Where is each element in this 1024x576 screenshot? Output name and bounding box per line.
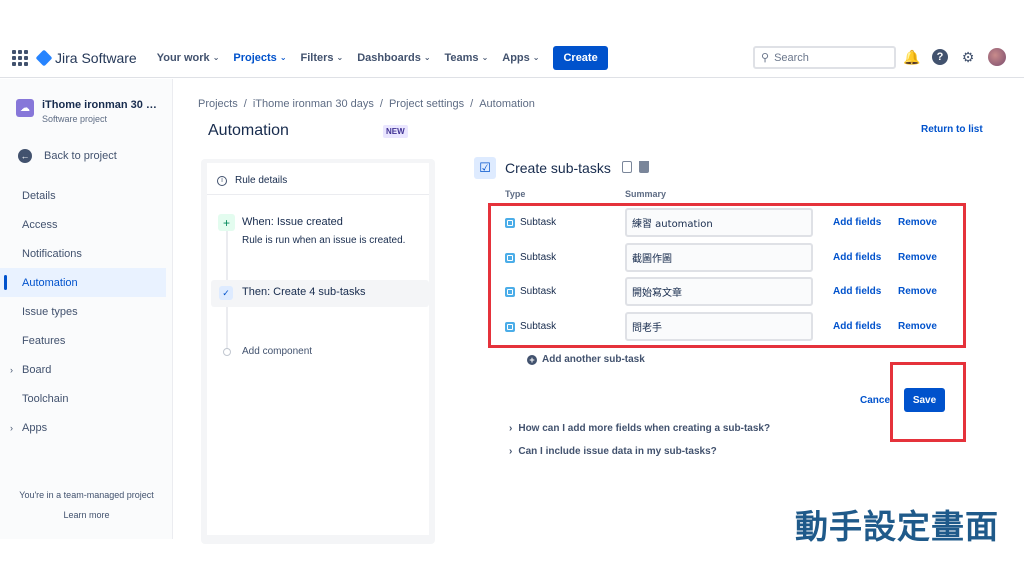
gear-icon[interactable]: ⚙ bbox=[960, 49, 976, 65]
back-to-project-link[interactable]: ← Back to project bbox=[18, 149, 117, 163]
sidebar-item-details[interactable]: Details bbox=[0, 181, 173, 210]
highlight-box-save bbox=[890, 362, 966, 442]
sidebar-item-issue-types[interactable]: Issue types bbox=[0, 297, 173, 326]
chevron-down-icon: ⌄ bbox=[212, 53, 220, 62]
faq-item[interactable]: › Can I include issue data in my sub-tas… bbox=[509, 446, 717, 457]
new-badge: NEW bbox=[383, 125, 408, 138]
cancel-button[interactable]: Cance bbox=[860, 395, 890, 406]
breadcrumb-automation[interactable]: Automation bbox=[479, 98, 535, 110]
sidebar-item-features[interactable]: Features bbox=[0, 326, 173, 355]
nav-your-work[interactable]: Your work ⌄ bbox=[157, 52, 220, 64]
plus-circle-icon: + bbox=[527, 354, 537, 365]
project-header[interactable]: ☁ iThome ironman 30 da... Software proje… bbox=[16, 99, 162, 124]
team-managed-note: You're in a team-managed project bbox=[19, 490, 154, 500]
trash-icon[interactable] bbox=[639, 161, 649, 173]
chevron-right-icon: › bbox=[10, 422, 13, 433]
project-cloud-icon: ☁ bbox=[16, 99, 34, 117]
app-switcher-icon[interactable] bbox=[12, 49, 28, 66]
sidebar-item-board[interactable]: › Board bbox=[0, 355, 173, 384]
sidebar-item-access[interactable]: Access bbox=[0, 210, 173, 239]
project-type: Software project bbox=[42, 114, 108, 124]
breadcrumb-projects[interactable]: Projects bbox=[198, 98, 238, 110]
trigger-title[interactable]: When: Issue created bbox=[242, 216, 343, 228]
sidebar-item-automation[interactable]: Automation bbox=[0, 268, 166, 297]
learn-more-link[interactable]: Learn more bbox=[0, 510, 173, 520]
chevron-down-icon: ⌄ bbox=[532, 53, 540, 62]
column-header-summary: Summary bbox=[625, 189, 667, 199]
chevron-down-icon: ⌄ bbox=[481, 53, 489, 62]
nav-dashboards[interactable]: Dashboards ⌄ bbox=[357, 52, 430, 64]
breadcrumb-project-settings[interactable]: Project settings bbox=[389, 98, 464, 110]
create-button[interactable]: Create bbox=[553, 45, 608, 70]
rule-details-item[interactable]: i Rule details bbox=[207, 167, 429, 195]
trigger-description: Rule is run when an issue is created. bbox=[242, 235, 406, 246]
page-title: Automation bbox=[208, 122, 289, 139]
jira-logo[interactable]: Jira Software bbox=[35, 49, 137, 66]
chevron-right-icon: › bbox=[509, 423, 513, 434]
add-another-subtask-button[interactable]: + Add another sub-task bbox=[527, 354, 645, 365]
component-title: Create sub-tasks bbox=[505, 160, 611, 176]
chevron-down-icon: ⌄ bbox=[423, 53, 431, 62]
chevron-right-icon: › bbox=[509, 446, 513, 457]
help-icon[interactable]: ? bbox=[932, 49, 948, 65]
chevron-down-icon: ⌄ bbox=[336, 53, 344, 62]
rule-panel: i Rule details + When: Issue created Rul… bbox=[201, 159, 435, 544]
breadcrumb: Projects / iThome ironman 30 days / Proj… bbox=[198, 98, 535, 110]
search-input[interactable]: ⚲ Search bbox=[753, 46, 896, 69]
sidebar-item-toolchain[interactable]: Toolchain bbox=[0, 384, 173, 413]
column-header-type: Type bbox=[505, 189, 526, 199]
search-placeholder: Search bbox=[774, 51, 809, 64]
add-component-dot bbox=[223, 348, 231, 356]
nav-teams[interactable]: Teams ⌄ bbox=[445, 52, 489, 64]
plus-icon: + bbox=[218, 214, 235, 231]
sidebar: ☁ iThome ironman 30 da... Software proje… bbox=[0, 79, 173, 539]
highlight-box-subtasks bbox=[488, 203, 966, 348]
sidebar-item-notifications[interactable]: Notifications bbox=[0, 239, 173, 268]
subtask-checklist-icon: ☑ bbox=[474, 157, 496, 179]
nav-apps[interactable]: Apps ⌄ bbox=[502, 52, 539, 64]
info-icon: i bbox=[217, 175, 227, 186]
arrow-left-icon: ← bbox=[18, 149, 32, 163]
breadcrumb-project[interactable]: iThome ironman 30 days bbox=[253, 98, 374, 110]
copy-icon[interactable] bbox=[622, 161, 632, 173]
nav-projects[interactable]: Projects ⌄ bbox=[233, 52, 286, 64]
logo-text: Jira Software bbox=[55, 49, 137, 66]
search-icon: ⚲ bbox=[761, 52, 770, 64]
nav-filters[interactable]: Filters ⌄ bbox=[301, 52, 344, 64]
subtask-icon: ✓ bbox=[219, 286, 233, 300]
project-name: iThome ironman 30 da... bbox=[42, 99, 162, 111]
sidebar-item-apps[interactable]: › Apps bbox=[0, 413, 173, 442]
avatar[interactable] bbox=[988, 48, 1006, 66]
jira-diamond-icon bbox=[35, 49, 53, 66]
action-create-subtasks[interactable]: ✓ Then: Create 4 sub-tasks bbox=[211, 280, 429, 307]
chevron-right-icon: › bbox=[10, 364, 13, 375]
top-navigation: Jira Software Your work ⌄ Projects ⌄ Filte… bbox=[0, 38, 1024, 78]
caption-text: 動手設定畫面 bbox=[795, 507, 999, 546]
notifications-icon[interactable]: 🔔 bbox=[903, 49, 920, 65]
faq-item[interactable]: › How can I add more fields when creatin… bbox=[509, 423, 770, 434]
return-to-list-link[interactable]: Return to list bbox=[921, 124, 983, 135]
add-component-link[interactable]: Add component bbox=[242, 346, 312, 357]
chevron-down-icon: ⌄ bbox=[279, 53, 287, 62]
